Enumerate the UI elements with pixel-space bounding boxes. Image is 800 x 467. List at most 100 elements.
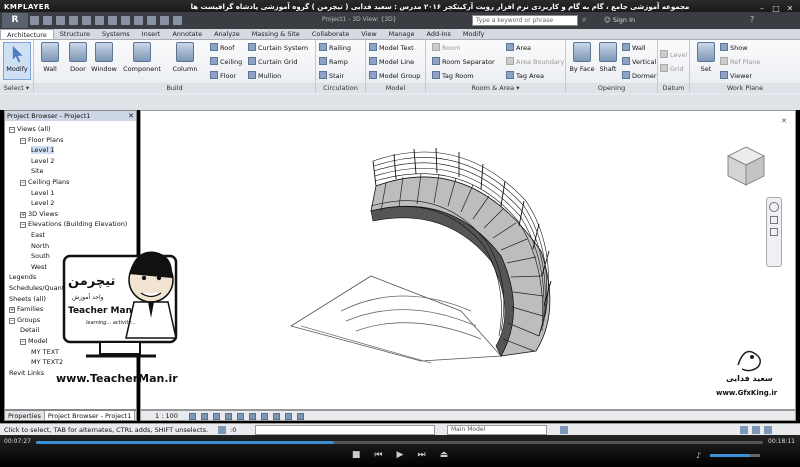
tree-item[interactable]: Site <box>31 167 43 175</box>
column-button[interactable]: Column <box>168 42 202 73</box>
tree-item[interactable]: − Ceiling Plans <box>20 178 69 186</box>
tree-item[interactable]: South <box>31 252 50 260</box>
select-pinned-icon[interactable] <box>752 426 760 434</box>
detail-level-icon[interactable] <box>189 413 196 420</box>
tree-item[interactable]: − Groups <box>9 316 40 324</box>
view-scale[interactable]: 1 : 100 <box>155 412 178 420</box>
tab-collaborate[interactable]: Collaborate <box>306 29 355 39</box>
tree-item[interactable]: Level 2 <box>31 157 54 165</box>
tab-insert[interactable]: Insert <box>136 29 167 39</box>
tree-item[interactable]: − Model <box>20 337 48 345</box>
3d-view-icon[interactable] <box>147 16 156 25</box>
print-icon[interactable] <box>82 16 91 25</box>
stair-button[interactable]: Stair <box>319 70 344 82</box>
room-button[interactable]: Room <box>432 42 461 54</box>
door-button[interactable]: Door <box>64 42 92 73</box>
panel-select-label[interactable]: Select ▾ <box>0 83 33 93</box>
zoom-icon[interactable] <box>770 216 778 224</box>
collapse-icon[interactable]: − <box>20 180 26 186</box>
tree-item[interactable]: East <box>31 231 45 239</box>
tab-add-ins[interactable]: Add-Ins <box>421 29 457 39</box>
tab-properties[interactable]: Properties <box>5 411 45 420</box>
sun-path-icon[interactable] <box>213 413 220 420</box>
tree-item[interactable]: +3D Views <box>20 210 58 218</box>
expand-icon[interactable]: + <box>9 307 15 314</box>
view-close-icon[interactable]: ✕ <box>781 117 787 125</box>
crop-view-icon[interactable] <box>249 413 256 420</box>
sign-in-link[interactable]: ☺ Sign In <box>604 16 635 24</box>
modify-button[interactable]: Modify <box>3 42 31 80</box>
render-icon[interactable] <box>237 413 244 420</box>
wall-button[interactable]: Wall <box>36 42 64 73</box>
panel-room-area-label[interactable]: Room & Area ▾ <box>426 83 565 93</box>
tab-massing-site[interactable]: Massing & Site <box>246 29 306 39</box>
volume-slider[interactable] <box>710 454 760 457</box>
play-icon[interactable]: ▶ <box>397 450 404 464</box>
collapse-icon[interactable]: − <box>9 127 15 133</box>
wall-opening-button[interactable]: Wall <box>622 42 646 54</box>
application-menu-button[interactable]: R <box>2 13 28 28</box>
workset-combo[interactable] <box>255 425 435 435</box>
tree-item[interactable]: Level 1 <box>31 146 55 155</box>
lock-view-icon[interactable] <box>273 413 280 420</box>
binoculars-icon[interactable]: ⌕ <box>582 15 586 25</box>
text-icon[interactable] <box>134 16 143 25</box>
worksets-icon[interactable] <box>218 426 226 434</box>
tag-icon[interactable] <box>121 16 130 25</box>
editable-only-icon[interactable] <box>560 426 568 434</box>
show-button[interactable]: Show <box>720 42 748 54</box>
set-button[interactable]: Set <box>692 42 720 73</box>
help-icon[interactable]: ? <box>750 15 754 24</box>
previous-icon[interactable]: ⏮ <box>374 450 382 464</box>
room-separator-button[interactable]: Room Separator <box>432 56 495 68</box>
3d-view-canvas[interactable]: ✕ <box>140 110 796 410</box>
hide-isolate-icon[interactable] <box>285 413 292 420</box>
tree-item[interactable]: − Elevations (Building Elevation) <box>20 220 127 229</box>
eject-icon[interactable]: ⏏ <box>440 450 449 464</box>
tag-area-button[interactable]: Tag Area <box>506 70 544 82</box>
pan-icon[interactable] <box>770 228 778 236</box>
steering-wheel-icon[interactable] <box>769 202 779 212</box>
visual-style-icon[interactable] <box>201 413 208 420</box>
roof-button[interactable]: Roof <box>210 42 234 54</box>
tree-item[interactable]: Legends <box>9 273 36 281</box>
area-boundary-button[interactable]: Area Boundary <box>506 56 564 68</box>
tab-modify[interactable]: Modify <box>457 29 491 39</box>
filter-icon[interactable] <box>764 426 772 434</box>
curtain-system-button[interactable]: Curtain System <box>248 42 308 54</box>
show-crop-icon[interactable] <box>261 413 268 420</box>
tree-item[interactable]: Level 2 <box>31 199 54 207</box>
tree-item[interactable]: Revit Links <box>9 369 44 377</box>
tag-room-button[interactable]: Tag Room <box>432 70 474 82</box>
undo-icon[interactable] <box>56 16 65 25</box>
navigation-bar[interactable] <box>766 197 782 267</box>
tree-item[interactable]: West <box>31 263 47 271</box>
ceiling-button[interactable]: Ceiling <box>210 56 242 68</box>
next-icon[interactable]: ⏭ <box>417 450 425 464</box>
collapse-icon[interactable]: − <box>20 222 26 229</box>
tree-item[interactable]: North <box>31 242 49 250</box>
thin-lines-icon[interactable] <box>173 16 182 25</box>
expand-icon[interactable]: + <box>20 211 26 218</box>
tab-architecture[interactable]: Architecture <box>0 29 54 39</box>
volume-icon[interactable]: ♪ <box>696 451 701 460</box>
seek-bar[interactable] <box>36 441 763 444</box>
dimension-icon[interactable] <box>108 16 117 25</box>
shaft-button[interactable]: Shaft <box>594 42 622 73</box>
tree-item[interactable]: + Families <box>9 305 43 314</box>
curtain-grid-button[interactable]: Curtain Grid <box>248 56 298 68</box>
component-button[interactable]: Component <box>122 42 162 73</box>
tab-analyze[interactable]: Analyze <box>208 29 246 39</box>
collapse-icon[interactable]: − <box>20 339 26 345</box>
model-line-button[interactable]: Model Line <box>369 56 414 68</box>
model-group-button[interactable]: Model Group <box>369 70 420 82</box>
floor-button[interactable]: Floor <box>210 70 236 82</box>
model-text-button[interactable]: Model Text <box>369 42 414 54</box>
viewcube-icon[interactable] <box>721 141 771 191</box>
collapse-icon[interactable]: − <box>20 137 26 144</box>
mullion-button[interactable]: Mullion <box>248 70 281 82</box>
tab-structure[interactable]: Structure <box>54 29 96 39</box>
tree-item[interactable]: Detail <box>20 326 39 334</box>
tab-annotate[interactable]: Annotate <box>166 29 208 39</box>
save-icon[interactable] <box>43 16 52 25</box>
